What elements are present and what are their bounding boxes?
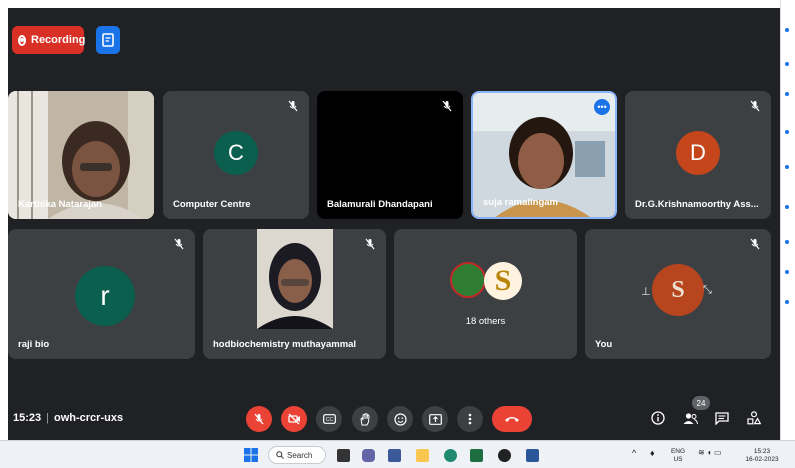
participant-tile-active[interactable]: ••• suja ramalingam <box>471 91 617 219</box>
others-avatar <box>450 262 486 298</box>
meet-window: Recording Karthika Natarajan C Computer … <box>8 8 780 440</box>
participant-tile[interactable]: hodbiochemistry muthayammal <box>203 229 386 359</box>
activities-icon <box>747 411 761 425</box>
mic-off-icon <box>254 413 264 425</box>
others-avatar: S <box>484 262 522 300</box>
meeting-info: 15:23 | owh-crcr-uxs <box>13 412 124 424</box>
windows-taskbar: Search ^ ♦ ENG US ≋ ◖ ▭ 15:23 16-02-2023 <box>0 440 795 468</box>
svg-text:CC: CC <box>325 417 333 423</box>
recording-button[interactable]: Recording <box>12 26 86 54</box>
avatar: r <box>75 266 135 326</box>
hang-up-icon <box>505 417 519 422</box>
excel-icon[interactable] <box>470 449 483 462</box>
language-indicator[interactable]: ENG US <box>668 448 688 464</box>
chat-icon <box>715 411 729 425</box>
side-panel-edge <box>780 0 795 440</box>
meeting-code: owh-crcr-uxs <box>54 412 124 424</box>
captions-button[interactable]: CC <box>316 406 342 432</box>
more-options-button[interactable] <box>457 406 483 432</box>
collapse-icon[interactable]: ⤡ <box>703 284 712 297</box>
others-tile[interactable]: S 18 others <box>394 229 577 359</box>
raise-hand-button[interactable] <box>352 406 378 432</box>
mic-off-icon <box>174 238 184 250</box>
participant-tile[interactable]: D Dr.G.Krishnamoorthy Ass... <box>625 91 771 219</box>
search-label: Search <box>287 450 313 460</box>
raise-hand-icon <box>360 412 370 425</box>
pin-icon[interactable]: ⊥ <box>641 285 651 298</box>
chat-app-icon[interactable] <box>362 449 375 462</box>
document-icon <box>102 33 114 47</box>
participant-name: You <box>595 339 613 350</box>
others-label: 18 others <box>465 316 506 327</box>
participant-tile[interactable]: r raji bio <box>8 229 195 359</box>
avatar: C <box>214 131 258 175</box>
taskbar-search[interactable]: Search <box>268 446 326 464</box>
chat-button[interactable] <box>712 408 732 428</box>
store-icon[interactable] <box>388 449 401 462</box>
control-bar: 15:23 | owh-crcr-uxs CC 24 <box>8 394 780 440</box>
more-options-button[interactable]: ••• <box>594 99 610 115</box>
avatar: D <box>676 131 720 175</box>
mic-off-icon <box>442 100 452 112</box>
microphone-icon[interactable]: ♦ <box>650 449 655 458</box>
taskbar-clock[interactable]: 15:23 16-02-2023 <box>740 448 784 464</box>
present-screen-button[interactable] <box>422 406 448 432</box>
search-icon <box>276 451 284 459</box>
mic-toggle-button[interactable] <box>246 406 272 432</box>
mic-off-icon <box>750 238 760 250</box>
mic-off-icon <box>288 100 298 112</box>
participant-name: suja ramalingam <box>483 197 558 208</box>
self-avatar: S <box>652 264 704 316</box>
meeting-notes-button[interactable] <box>96 26 120 54</box>
participant-tile[interactable]: Balamurali Dhandapani <box>317 91 463 219</box>
people-icon <box>683 412 698 424</box>
more-vert-icon <box>468 413 472 425</box>
network-volume-battery-icons[interactable]: ≋ ◖ ▭ <box>698 449 722 457</box>
media-player-icon[interactable] <box>498 449 511 462</box>
people-button[interactable] <box>680 408 700 428</box>
reactions-button[interactable] <box>387 406 413 432</box>
participant-name: Balamurali Dhandapani <box>327 199 433 210</box>
present-icon <box>428 413 442 425</box>
people-count-badge: 24 <box>692 396 710 410</box>
info-icon <box>651 411 665 425</box>
task-view-icon[interactable] <box>337 449 350 462</box>
captions-icon: CC <box>322 414 336 424</box>
camera-off-icon <box>287 413 300 425</box>
participant-name: Karthika Natarajan <box>18 199 102 210</box>
self-tile[interactable]: S ⊥ ⤡ You <box>585 229 771 359</box>
meeting-time: 15:23 <box>13 412 42 424</box>
file-explorer-icon[interactable] <box>416 449 429 462</box>
leave-call-button[interactable] <box>492 406 532 432</box>
word-icon[interactable] <box>526 449 539 462</box>
participant-name: Computer Centre <box>173 199 251 210</box>
edge-browser-icon[interactable] <box>444 449 457 462</box>
mic-off-icon <box>365 238 375 250</box>
mic-off-icon <box>750 100 760 112</box>
participant-video <box>257 229 333 329</box>
emoji-icon <box>393 412 407 426</box>
participant-name: Dr.G.Krishnamoorthy Ass... <box>635 199 759 210</box>
participant-name: raji bio <box>18 339 50 350</box>
participant-tile[interactable]: Karthika Natarajan <box>8 91 154 219</box>
activities-button[interactable] <box>744 408 764 428</box>
participant-name: hodbiochemistry muthayammal <box>213 339 357 350</box>
record-icon <box>18 34 26 46</box>
recording-label: Recording <box>31 34 86 46</box>
camera-toggle-button[interactable] <box>281 406 307 432</box>
tray-overflow-icon[interactable]: ^ <box>632 449 636 458</box>
meeting-details-button[interactable] <box>648 408 668 428</box>
windows-start-icon[interactable] <box>244 448 258 462</box>
participant-tile[interactable]: C Computer Centre <box>163 91 309 219</box>
